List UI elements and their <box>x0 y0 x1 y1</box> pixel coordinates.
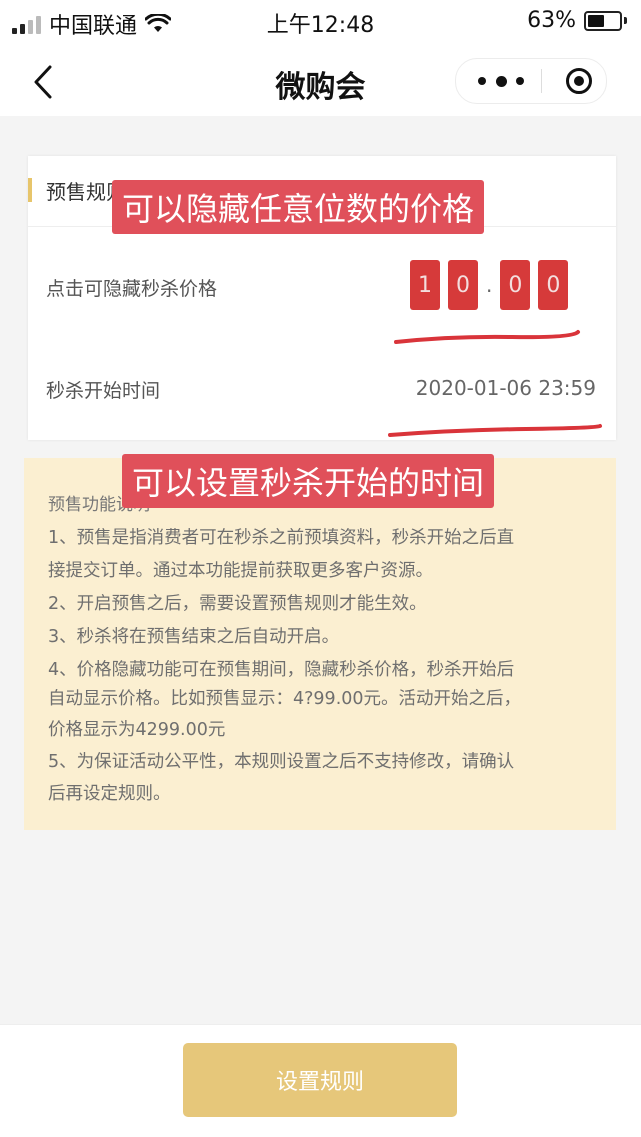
mini-program-capsule <box>455 58 607 104</box>
info-line: 接提交订单。通过本功能提前获取更多客户资源。 <box>48 561 433 581</box>
annotation-time-note: 可以设置秒杀开始的时间 <box>122 454 495 508</box>
status-right: 63% <box>527 8 627 33</box>
info-line: 2、开启预售之后，需要设置预售规则才能生效。 <box>48 594 427 614</box>
more-icon[interactable] <box>478 69 524 93</box>
info-line: 1、预售是指消费者可在秒杀之前预填资料，秒杀开始之后直 <box>48 528 515 548</box>
status-bar: 中国联通 上午12:48 63% <box>0 0 641 44</box>
time-label: 秒杀开始时间 <box>46 380 161 402</box>
underline-scribble-price <box>394 330 580 344</box>
battery-icon <box>584 10 622 31</box>
info-line: 5、为保证活动公平性，本规则设置之后不支持修改，请确认 <box>48 752 515 772</box>
close-target-icon[interactable] <box>565 67 593 95</box>
bottom-bar: 设置规则 <box>0 1024 641 1137</box>
battery-tip <box>624 17 627 24</box>
info-line: 3、秒杀将在预售结束之后自动开启。 <box>48 627 340 647</box>
info-line: 价格显示为4299.00元 <box>48 720 226 740</box>
header-accent-bar <box>28 178 32 202</box>
price-digit-2[interactable]: 0 <box>448 260 478 310</box>
price-digit-3[interactable]: 0 <box>500 260 531 310</box>
annotation-price-note: 可以隐藏任意位数的价格 <box>112 180 485 234</box>
info-line: 4、价格隐藏功能可在预售期间，隐藏秒杀价格，秒杀开始后 <box>48 660 515 680</box>
capsule-divider <box>541 69 542 93</box>
price-digit-4[interactable]: 0 <box>538 260 569 310</box>
presale-info-panel: 预售功能说明 1、预售是指消费者可在秒杀之前预填资料，秒杀开始之后直 接提交订单… <box>24 458 616 830</box>
underline-scribble-time <box>388 424 602 437</box>
battery-level <box>588 14 604 27</box>
battery-percent: 63% <box>527 8 576 33</box>
nav-bar: 微购会 <box>0 44 641 116</box>
price-label: 点击可隐藏秒杀价格 <box>46 278 218 300</box>
price-digit-selector: 1 0 . 0 0 <box>410 260 576 310</box>
price-decimal-point: . <box>486 273 493 297</box>
start-time-value[interactable]: 2020-01-06 23:59 <box>416 376 596 400</box>
info-line: 自动显示价格。比如预售显示：4?99.00元。活动开始之后， <box>48 689 522 709</box>
price-digit-1[interactable]: 1 <box>410 260 440 310</box>
set-rules-button[interactable]: 设置规则 <box>183 1043 457 1117</box>
info-line: 后再设定规则。 <box>48 784 171 804</box>
